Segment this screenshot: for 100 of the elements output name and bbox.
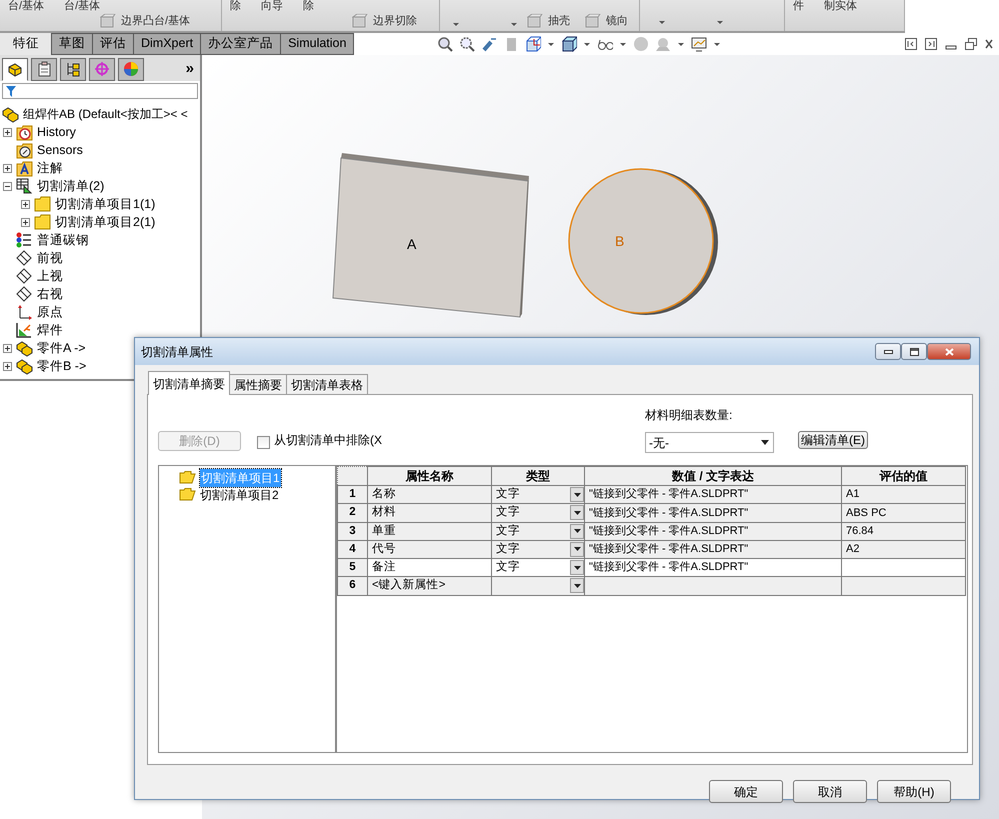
panel-tab[interactable] (60, 58, 86, 80)
tree-item[interactable]: 零件B -> (37, 356, 86, 376)
expander-icon[interactable] (3, 164, 12, 172)
property-name-cell[interactable]: <键入新属性> (368, 576, 492, 595)
dropdown-caret-icon[interactable] (583, 42, 592, 46)
expander-icon[interactable] (3, 344, 12, 352)
command-tab[interactable]: 办公室产品 (200, 33, 282, 55)
dialog-tab[interactable]: 切割清单摘要 (148, 371, 230, 395)
column-header: 评估的值 (842, 466, 966, 486)
command-tab[interactable]: 特征 (0, 33, 52, 55)
dropdown-button[interactable] (570, 487, 584, 502)
panel-tab[interactable] (31, 58, 57, 80)
dialog-button[interactable]: 确定 (709, 780, 783, 803)
ribbon-button-label[interactable]: 边界凸台/基体 (121, 14, 190, 28)
dropdown-caret-icon[interactable] (713, 42, 722, 46)
ribbon-label[interactable]: 件 (793, 0, 804, 12)
dropdown-button[interactable] (570, 524, 584, 539)
ribbon-button-label[interactable]: 抽壳 (548, 14, 570, 28)
tree-item[interactable]: 零件A -> (37, 338, 86, 358)
folder-clock-icon (16, 124, 33, 140)
tree-item[interactable]: 普通碳钢 (37, 230, 89, 250)
command-tab[interactable]: 草图 (51, 33, 93, 55)
tree-item[interactable]: 注解 (37, 158, 63, 178)
column-header: 数值 / 文字表达 (584, 466, 842, 486)
cube-icon[interactable] (561, 36, 578, 52)
column-header: 属性名称 (368, 466, 492, 486)
value-cell[interactable]: "链接到父零件 - 零件A.SLDPRT" (584, 540, 842, 558)
panel-tab[interactable] (2, 58, 28, 80)
dropdown-caret-icon[interactable] (658, 20, 666, 25)
tree-item[interactable]: 原点 (37, 302, 63, 322)
ribbon-button-label[interactable]: 镜向 (606, 14, 628, 28)
dialog-button[interactable]: 取消 (793, 780, 867, 803)
tile-left-icon[interactable] (905, 38, 917, 50)
close-button[interactable] (927, 343, 971, 360)
tree-item[interactable]: 组焊件AB (Default<按加工>< < (23, 105, 188, 123)
restore-icon[interactable] (965, 38, 977, 50)
command-tab[interactable]: 评估 (92, 33, 134, 55)
ribbon-label[interactable]: 向导 (261, 0, 283, 12)
expander-icon[interactable] (3, 362, 12, 370)
dialog-button[interactable]: 帮助(H) (877, 780, 951, 803)
dropdown-button[interactable] (570, 542, 584, 557)
tree-item[interactable]: 切割清单项目2(1) (55, 212, 156, 232)
tree-item[interactable]: History (37, 122, 76, 142)
ribbon-button-label[interactable]: 边界切除 (373, 14, 417, 28)
ribbon-label[interactable]: 制实体 (824, 0, 857, 12)
dropdown-caret-icon[interactable] (452, 22, 460, 26)
zoom-area-icon[interactable] (459, 36, 476, 52)
value-cell[interactable]: "链接到父零件 - 零件A.SLDPRT" (584, 522, 842, 540)
property-name-cell[interactable]: 材料 (368, 504, 492, 522)
dropdown-button[interactable] (570, 578, 584, 594)
dropdown-caret-icon[interactable] (510, 22, 518, 26)
tile-right-icon[interactable] (925, 38, 937, 50)
command-tab[interactable]: DimXpert (133, 33, 202, 55)
tree-item[interactable]: 上视 (37, 266, 63, 286)
more-tabs-button[interactable]: » (186, 58, 194, 80)
expander-icon[interactable] (3, 182, 12, 190)
value-cell[interactable]: "链接到父零件 - 零件A.SLDPRT" (584, 486, 842, 504)
dropdown-button[interactable] (570, 505, 584, 520)
ribbon-label[interactable]: 台/基体 (64, 0, 100, 12)
filter-field[interactable] (2, 83, 198, 99)
dropdown-caret-icon[interactable] (716, 20, 724, 25)
zoom-fit-icon[interactable] (437, 36, 454, 52)
tree-item[interactable]: 前视 (37, 248, 63, 268)
list-item[interactable]: 切割清单项目2 (200, 486, 279, 504)
dropdown-caret-icon[interactable] (619, 42, 628, 46)
evaluated-value-cell: A2 (842, 540, 966, 558)
expander-icon[interactable] (21, 218, 30, 226)
maximize-button[interactable] (901, 343, 927, 360)
property-name-cell[interactable]: 名称 (368, 486, 492, 504)
expander-icon[interactable] (3, 128, 12, 136)
bom-quantity-select[interactable]: -无- (645, 432, 774, 453)
dialog-tab[interactable]: 切割清单表格 (286, 374, 368, 395)
property-name-cell[interactable]: 代号 (368, 540, 492, 558)
material-icon (16, 232, 33, 248)
tree-item[interactable]: 焊件 (37, 320, 63, 340)
ribbon-label[interactable]: 台/基体 (8, 0, 44, 12)
value-cell[interactable]: "链接到父零件 - 零件A.SLDPRT" (584, 558, 842, 577)
minimize-button[interactable] (875, 343, 901, 360)
property-name-cell[interactable]: 备注 (368, 558, 492, 577)
plane-icon (16, 268, 33, 284)
property-name-cell[interactable]: 单重 (368, 522, 492, 540)
dropdown-button[interactable] (570, 560, 584, 576)
value-cell[interactable]: "链接到父零件 - 零件A.SLDPRT" (584, 504, 842, 522)
close-icon[interactable] (985, 38, 993, 50)
dropdown-caret-icon[interactable] (547, 42, 556, 46)
command-tab[interactable]: Simulation (280, 33, 354, 55)
ribbon-label[interactable]: 除 (230, 0, 241, 12)
tree-item[interactable]: 切割清单项目1(1) (55, 194, 156, 214)
tree-item[interactable]: 切割清单(2) (37, 176, 104, 196)
caret-icon (574, 529, 580, 534)
monitor-icon[interactable] (691, 36, 708, 52)
tree-item[interactable]: 右视 (37, 284, 63, 304)
edit-list-button[interactable]: 编辑清单(E) (798, 431, 868, 449)
exclude-checkbox[interactable] (257, 436, 270, 449)
expander-icon[interactable] (21, 200, 30, 208)
dropdown-caret-icon[interactable] (677, 42, 686, 46)
view-cube-icon[interactable] (525, 36, 542, 52)
tree-item[interactable]: Sensors (37, 140, 83, 160)
column-header: 类型 (492, 466, 584, 486)
ribbon-label[interactable]: 除 (303, 0, 314, 12)
